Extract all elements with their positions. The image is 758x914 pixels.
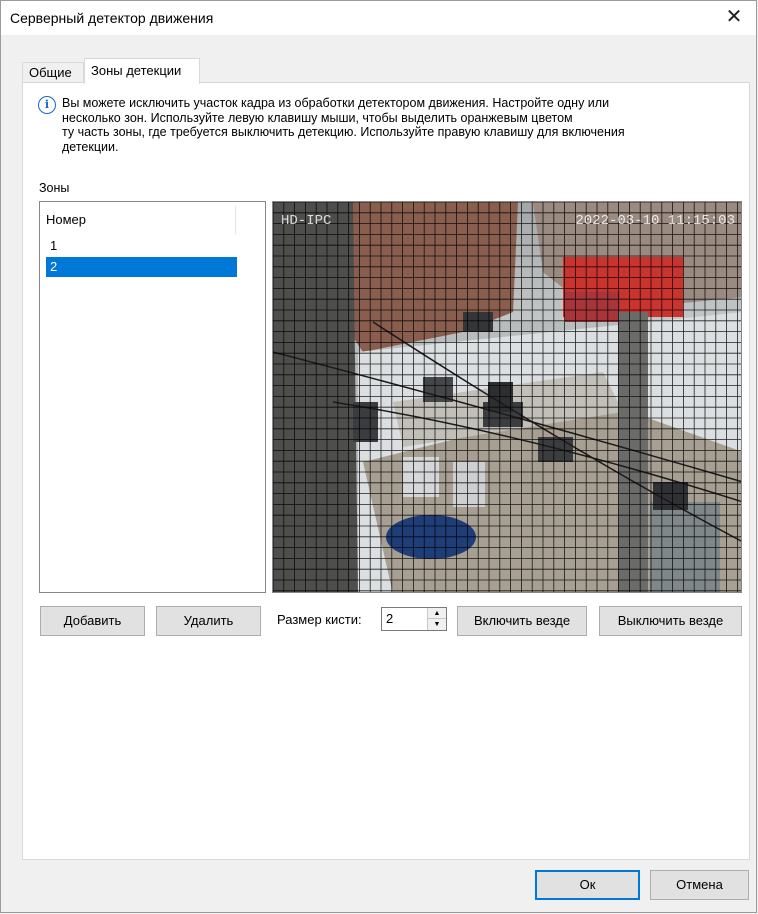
info-line: ту часть зоны, где требуется выключить д…: [62, 125, 625, 139]
column-header-number[interactable]: Номер: [46, 212, 236, 236]
camera-frame: [273, 202, 741, 592]
cancel-button[interactable]: Отмена: [650, 870, 749, 900]
tab-general[interactable]: Общие: [22, 62, 84, 82]
stepper-buttons: ▲ ▼: [427, 608, 446, 630]
tab-detection-zones[interactable]: Зоны детекции: [84, 58, 200, 84]
info-line: Вы можете исключить участок кадра из обр…: [62, 96, 610, 110]
info-line: несколько зон. Используйте левую клавишу…: [62, 110, 573, 125]
delete-zone-button[interactable]: Удалить: [156, 606, 261, 636]
stepper-up-icon[interactable]: ▲: [428, 608, 446, 619]
close-icon[interactable]: ✕: [712, 1, 756, 35]
enable-everywhere-button[interactable]: Включить везде: [457, 606, 587, 636]
list-item[interactable]: 1: [46, 236, 237, 256]
info-line: детекции.: [62, 139, 119, 154]
zones-list[interactable]: Номер 1 2: [39, 201, 266, 593]
ok-button[interactable]: Ок: [535, 870, 640, 900]
stepper-down-icon[interactable]: ▼: [428, 619, 446, 630]
camera-preview[interactable]: HD-IPC 2022-03-10 11:15:03: [272, 201, 742, 593]
list-item-selected[interactable]: 2: [46, 257, 237, 277]
disable-everywhere-button[interactable]: Выключить везде: [599, 606, 742, 636]
column-separator[interactable]: [235, 206, 236, 234]
window-title: Серверный детектор движения: [10, 10, 214, 26]
brush-size-value[interactable]: 2: [386, 611, 393, 626]
title-bar: Серверный детектор движения ✕: [1, 1, 756, 35]
brush-size-label: Размер кисти:: [277, 612, 362, 627]
info-icon: i: [38, 96, 56, 114]
zones-label: Зоны: [39, 181, 70, 195]
camera-overlay-timestamp: 2022-03-10 11:15:03: [575, 213, 735, 229]
add-zone-button[interactable]: Добавить: [40, 606, 145, 636]
camera-overlay-name: HD-IPC: [281, 213, 332, 229]
info-text: Вы можете исключить участок кадра из обр…: [62, 96, 722, 154]
brush-size-stepper[interactable]: 2 ▲ ▼: [381, 607, 447, 631]
